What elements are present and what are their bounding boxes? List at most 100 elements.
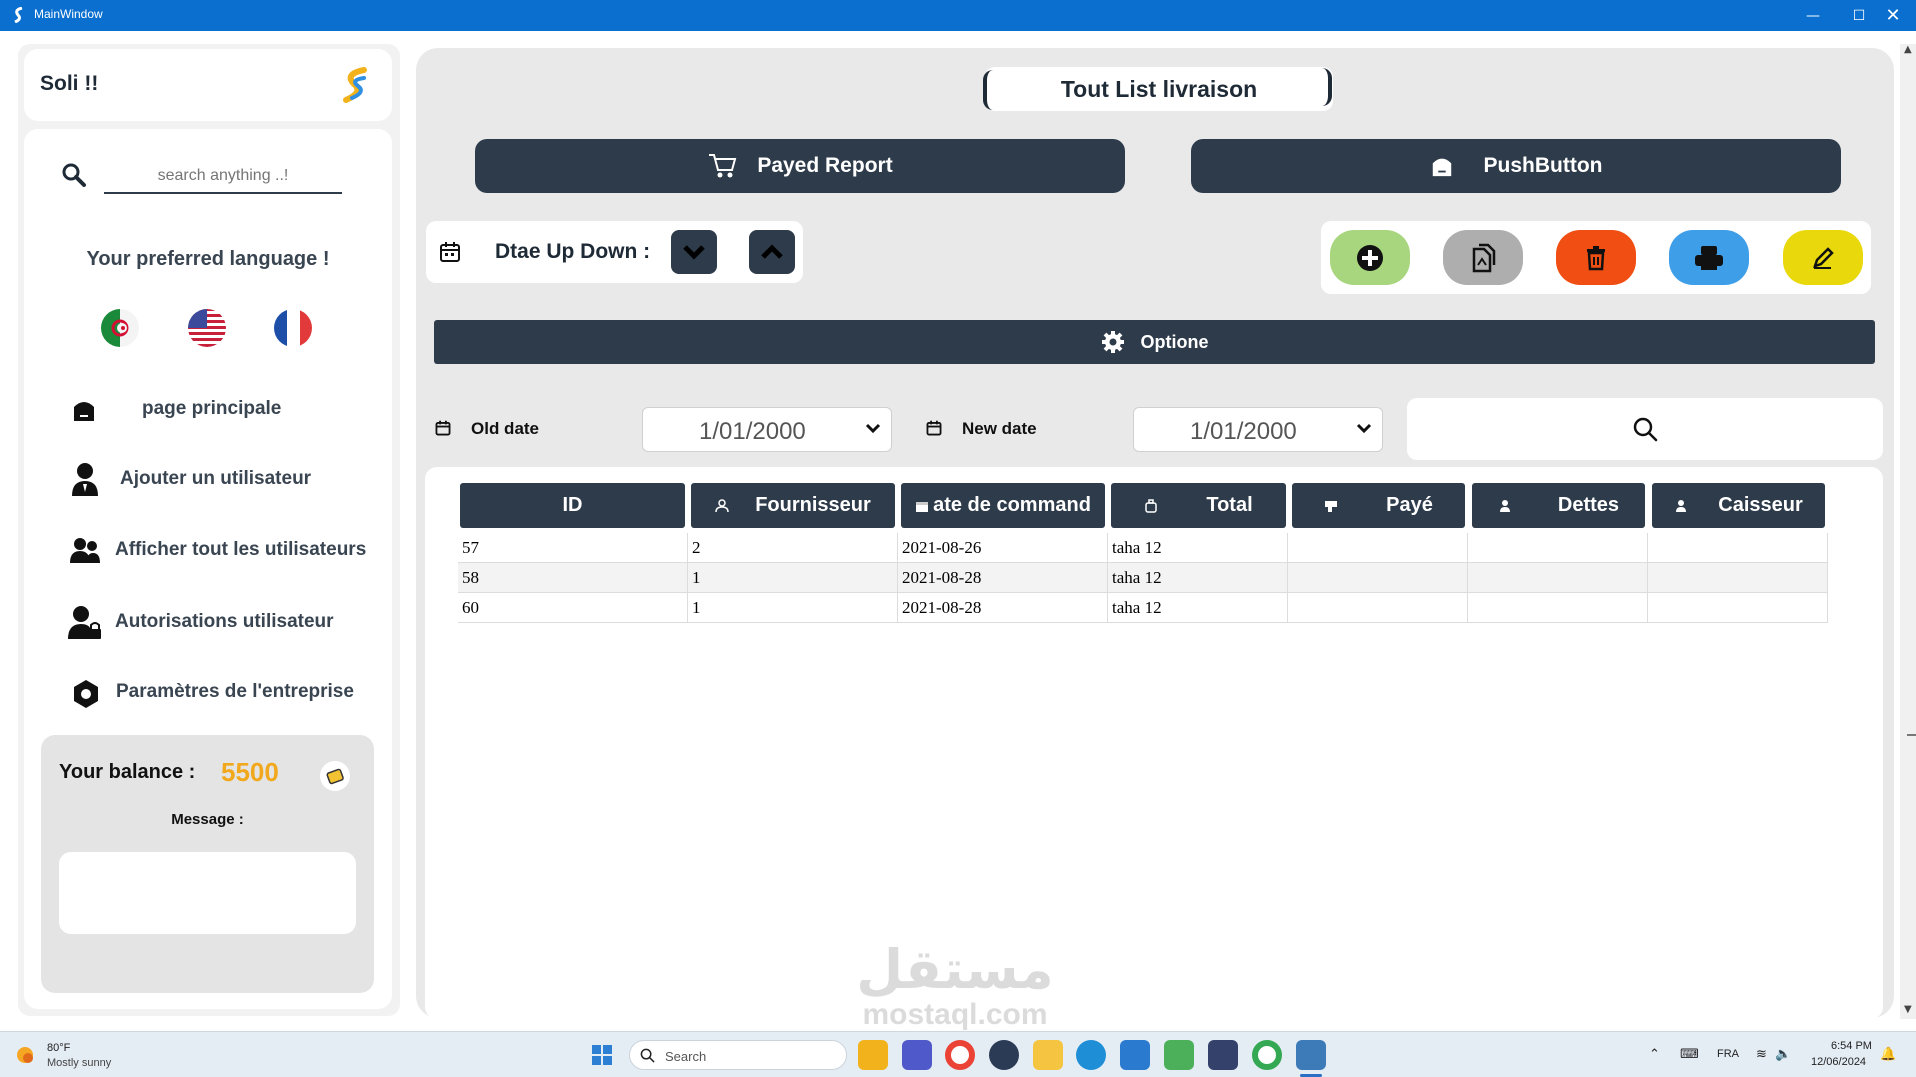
table-cell: taha 12 [1108, 593, 1288, 623]
scroll-thumb[interactable] [1907, 734, 1916, 736]
user-icon [715, 498, 729, 512]
table-cell: 2 [688, 533, 898, 563]
table-row[interactable]: 60 1 2021-08-28 taha 12 [458, 593, 1828, 623]
table-cell: 58 [458, 563, 688, 593]
table-row[interactable]: 57 2 2021-08-26 taha 12 [458, 533, 1828, 563]
app-icon[interactable] [989, 1040, 1019, 1070]
col-header-date-command[interactable]: ate de command [901, 483, 1105, 528]
window-title: MainWindow [34, 7, 103, 21]
scroll-up-arrow-icon[interactable]: ▲ [1904, 44, 1912, 55]
payed-report-button[interactable]: Payed Report [475, 139, 1125, 193]
new-date-label: New date [962, 419, 1037, 438]
col-header-total[interactable]: Total [1111, 483, 1286, 528]
close-button[interactable]: ✕ [1870, 0, 1916, 31]
table-cell: 57 [458, 533, 688, 563]
table-cell [1468, 533, 1648, 563]
teams-icon[interactable] [902, 1040, 932, 1070]
money-bag-icon [1145, 498, 1158, 513]
page-title: Tout List livraison [1060, 75, 1258, 102]
tray-chevron-up-icon[interactable]: ⌃ [1649, 1046, 1660, 1062]
refresh-balance-button[interactable] [320, 761, 350, 791]
visual-studio-icon[interactable] [1208, 1040, 1238, 1070]
table-cell: 1 [688, 563, 898, 593]
nav-label: Paramètres de l'entreprise [116, 681, 354, 702]
old-date-picker[interactable]: 1/01/2000 [642, 407, 892, 452]
file-copy-icon [1472, 243, 1496, 272]
edge-icon[interactable] [1076, 1040, 1106, 1070]
home-icon [74, 402, 94, 421]
table-cell [1468, 593, 1648, 623]
user-lock-icon [68, 606, 101, 639]
push-button[interactable]: PushButton [1191, 139, 1841, 193]
col-header-id[interactable]: ID [460, 483, 685, 528]
clock-date[interactable]: 12/06/2024 [1811, 1056, 1866, 1068]
printer-icon [1695, 245, 1723, 270]
nav-afficher-utilisateurs[interactable]: Afficher tout les utilisateurs [60, 531, 380, 571]
vertical-scrollbar[interactable]: ▲ ▼ [1900, 44, 1916, 1019]
table-cell: 60 [458, 593, 688, 623]
options-button[interactable]: Optione [434, 320, 1875, 364]
taskbar-search[interactable]: Search [629, 1040, 847, 1070]
options-label: Optione [1140, 331, 1209, 352]
search-icon [62, 163, 86, 187]
search-input[interactable] [104, 160, 342, 194]
table-cell [1288, 563, 1468, 593]
col-header-fournisseur[interactable]: Fournisseur [691, 483, 895, 528]
nav-ajouter-utilisateur[interactable]: Ajouter un utilisateur [60, 460, 370, 500]
gear-icon [1101, 331, 1124, 353]
balance-value: 5500 [221, 757, 279, 787]
chevron-down-icon [865, 423, 881, 434]
table-cell: 1 [688, 593, 898, 623]
scroll-down-arrow-icon[interactable]: ▼ [1904, 1004, 1912, 1015]
chrome-icon[interactable] [1252, 1040, 1282, 1070]
old-date-value: 1/01/2000 [699, 418, 806, 445]
windows-start-icon[interactable] [591, 1044, 613, 1066]
sort-down-button[interactable] [671, 230, 717, 274]
taskbar-app-icon[interactable] [858, 1040, 888, 1070]
usa-flag-icon[interactable] [187, 308, 227, 348]
table-cell [1468, 563, 1648, 593]
add-button[interactable] [1330, 230, 1410, 285]
notification-bell-icon[interactable]: 🔔 [1880, 1046, 1896, 1062]
table-cell: 2021-08-28 [898, 563, 1108, 593]
volume-icon[interactable]: 🔈 [1775, 1046, 1791, 1062]
algeria-flag-icon[interactable] [100, 308, 140, 348]
watermark-latin: mostaql.com [862, 998, 1048, 1031]
nav-autorisations-utilisateur[interactable]: Autorisations utilisateur [60, 601, 380, 645]
table-cell [1648, 563, 1828, 593]
edit-button[interactable] [1783, 230, 1863, 285]
col-header-paye[interactable]: Payé [1292, 483, 1465, 528]
calendar-icon [440, 242, 460, 262]
delete-button[interactable] [1556, 230, 1636, 285]
calendar-icon [435, 420, 451, 436]
clock-time[interactable]: 6:54 PM [1831, 1040, 1872, 1052]
chrome-icon[interactable] [945, 1040, 975, 1070]
qt-creator-icon[interactable] [1164, 1040, 1194, 1070]
message-input[interactable] [59, 852, 356, 934]
window-title-bar: MainWindow — ☐ ✕ [0, 0, 1916, 31]
file-explorer-icon[interactable] [1033, 1040, 1063, 1070]
python-app-icon[interactable] [1296, 1040, 1326, 1070]
calendar-icon [916, 501, 929, 512]
minimize-button[interactable]: — [1790, 0, 1836, 31]
nav-page-principale[interactable]: page principale [60, 390, 370, 430]
nav-label: Afficher tout les utilisateurs [115, 539, 367, 560]
nav-parametres-entreprise[interactable]: Paramètres de l'entreprise [60, 673, 380, 713]
sun-weather-icon [17, 1047, 33, 1063]
input-language[interactable]: FRA [1717, 1048, 1739, 1060]
pencil-icon [1813, 246, 1834, 269]
app-logo-icon [14, 7, 23, 23]
copy-button[interactable] [1443, 230, 1523, 285]
date-search-button[interactable] [1407, 398, 1883, 460]
france-flag-icon[interactable] [273, 308, 313, 348]
col-header-dettes[interactable]: Dettes [1472, 483, 1645, 528]
keyboard-icon[interactable]: ⌨ [1680, 1046, 1699, 1062]
print-button[interactable] [1669, 230, 1749, 285]
sort-up-button[interactable] [749, 230, 795, 274]
chevron-down-icon [683, 245, 705, 260]
new-date-picker[interactable]: 1/01/2000 [1133, 407, 1383, 452]
wifi-icon[interactable]: ≋ [1756, 1046, 1767, 1062]
table-row[interactable]: 58 1 2021-08-28 taha 12 [458, 563, 1828, 593]
col-header-caisseur[interactable]: Caisseur [1652, 483, 1825, 528]
vscode-icon[interactable] [1120, 1040, 1150, 1070]
